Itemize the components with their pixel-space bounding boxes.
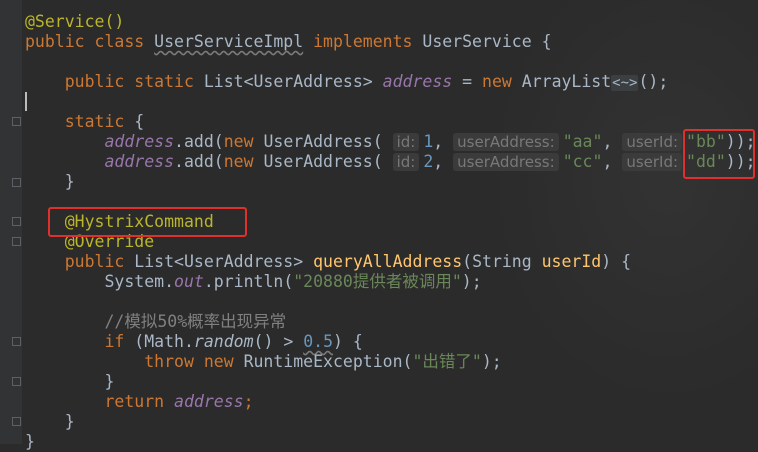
diamond-fold[interactable]: <~>: [611, 75, 639, 91]
type-name: UserAddress(: [263, 152, 383, 171]
interface-name: UserService {: [422, 32, 552, 51]
keyword: new: [223, 152, 254, 171]
keyword: static: [64, 112, 125, 131]
string-literal: "bb": [686, 132, 726, 151]
code-line: }: [25, 432, 35, 452]
number-literal: 0.5: [303, 332, 334, 351]
keyword: public static: [64, 72, 194, 91]
type-name: (Math.: [134, 332, 194, 351]
string-literal: "aa": [562, 132, 603, 151]
punctuation: }: [25, 432, 35, 451]
punctuation: ) {: [601, 252, 632, 271]
string-literal: "dd": [686, 152, 726, 171]
fold-icon[interactable]: [12, 178, 21, 187]
parameter-hint: id:: [392, 133, 420, 151]
code-comment: //模拟50%概率出现异常: [104, 312, 287, 331]
code-line: }: [25, 412, 75, 432]
code-line: }: [25, 372, 114, 392]
code-line: //模拟50%概率出现异常: [25, 312, 286, 332]
type-name: RuntimeException(: [243, 352, 413, 371]
keyword: public: [64, 252, 125, 271]
method-name: queryAllAddress: [313, 252, 463, 271]
keyword: return: [104, 392, 165, 411]
type-name: ArrayList: [521, 72, 612, 91]
punctuation: ;: [243, 392, 254, 411]
code-line: @Service(): [25, 12, 124, 32]
punctuation: }: [104, 372, 115, 391]
field-name: out: [174, 272, 204, 291]
number-literal: 1: [423, 132, 434, 151]
keyword: throw new: [144, 352, 234, 371]
punctuation: }: [64, 172, 75, 191]
type-name: UserAddress(: [263, 132, 383, 151]
class-name: UserServiceImpl: [154, 32, 304, 51]
keyword: public: [25, 32, 85, 51]
field-name: address: [174, 392, 244, 411]
string-literal: "cc": [562, 152, 603, 171]
code-line: System.out.println("20880提供者被调用");: [25, 272, 482, 292]
fold-icon[interactable]: [12, 237, 21, 246]
method-call: random: [193, 332, 254, 351]
punctuation: ));: [725, 152, 756, 171]
fold-icon[interactable]: [12, 117, 21, 126]
fold-icon[interactable]: [12, 217, 21, 226]
keyword: implements: [313, 32, 413, 51]
code-line: if (Math.random() > 0.5) {: [25, 332, 363, 352]
punctuation: ));: [725, 132, 756, 151]
code-line: public class UserServiceImpl implements …: [25, 32, 552, 52]
punctuation: {: [134, 112, 145, 131]
method-call: .add(: [174, 132, 224, 151]
type-name: List<UserAddress>: [203, 72, 373, 91]
fold-icon[interactable]: [12, 417, 21, 426]
fold-icon[interactable]: [12, 337, 21, 346]
type-name: (String: [462, 252, 532, 271]
code-line: return address;: [25, 392, 254, 412]
method-call: .add(: [174, 152, 224, 171]
keyword: new: [482, 72, 512, 91]
fold-icon[interactable]: [12, 377, 21, 386]
punctuation: );: [481, 352, 502, 371]
hystrix-annotation: @HystrixCommand: [64, 212, 214, 231]
keyword: if: [104, 332, 125, 351]
punctuation: );: [461, 272, 482, 291]
code-line: public static List<UserAddress> address …: [25, 72, 668, 92]
code-line: address.add(new UserAddress( id: 2, userA…: [104, 152, 756, 171]
code-line: @HystrixCommand: [25, 212, 214, 232]
keyword: class: [94, 32, 145, 51]
text-cursor: [25, 92, 27, 111]
code-editor[interactable]: @Service() public class UserServiceImpl …: [0, 0, 758, 451]
field-name: address: [104, 132, 175, 151]
code-line: @Override: [25, 232, 154, 252]
override-annotation: @Override: [64, 232, 155, 251]
service-annotation: @Service(): [25, 12, 125, 31]
string-literal: "20880提供者被调用": [293, 272, 462, 291]
keyword: new: [223, 132, 254, 151]
background-artwork: [458, 0, 758, 444]
parameter-hint: userId:: [622, 133, 683, 151]
code-line: address.add(new UserAddress( id: 1, userA…: [104, 132, 756, 151]
parameter-hint: id:: [392, 153, 420, 171]
parameter-hint: userId:: [622, 153, 683, 171]
punctuation: ();: [638, 72, 669, 91]
type-name: List<UserAddress>: [134, 252, 304, 271]
parameter-hint: userAddress:: [453, 133, 559, 151]
string-literal: "出错了": [412, 352, 482, 371]
number-literal: 2: [423, 152, 434, 171]
operator: =: [462, 72, 473, 91]
type-name: System.: [104, 272, 175, 291]
code-line: throw new RuntimeException("出错了");: [25, 352, 502, 372]
parameter-name: userId: [541, 252, 602, 271]
field-name: address: [382, 72, 453, 91]
parameter-hint: userAddress:: [453, 153, 559, 171]
code-line: static {: [25, 112, 144, 132]
field-name: address: [104, 152, 175, 171]
punctuation: }: [64, 412, 75, 431]
operator: () >: [253, 332, 294, 351]
code-line: }: [25, 172, 75, 192]
punctuation: ) {: [333, 332, 363, 351]
code-line: public List<UserAddress> queryAllAddress…: [25, 252, 631, 272]
method-call: .println(: [203, 272, 294, 291]
